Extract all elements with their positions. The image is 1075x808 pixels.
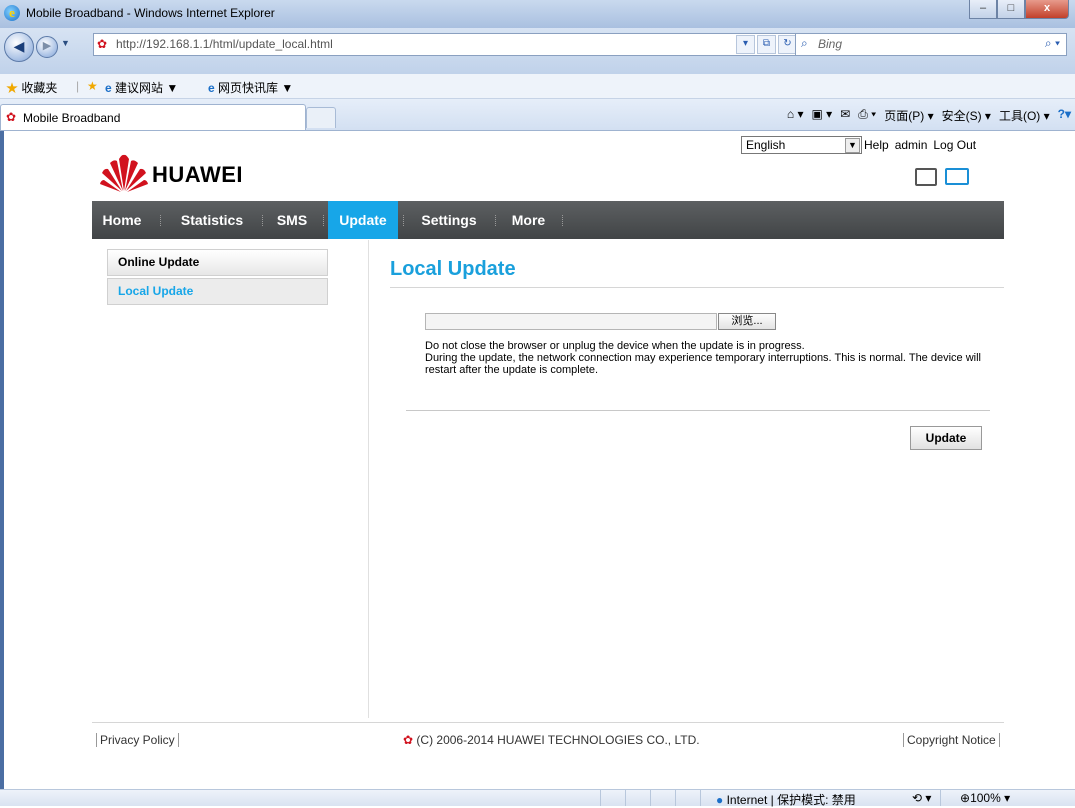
feeds-icon[interactable]: ▣ ▾ (811, 107, 832, 124)
note-line: Do not close the browser or unplug the d… (425, 340, 805, 352)
address-url: http://192.168.1.1/html/update_local.htm… (116, 37, 333, 51)
tab-mobile-broadband[interactable]: ✿ Mobile Broadband (0, 104, 306, 130)
chevron-down-icon: ▼ (845, 138, 860, 153)
security-zone: ● Internet | 保护模式: 禁用 (716, 793, 856, 807)
add-favorite-icon[interactable]: ★ (87, 79, 98, 93)
web-slice-gallery-link[interactable]: e 网页快讯库 ▼ (208, 79, 293, 96)
menu-more[interactable]: More (501, 201, 556, 239)
update-button[interactable]: Update (910, 426, 982, 450)
tab-label: Mobile Broadband (23, 111, 121, 125)
search-provider-icon: ⌕ (801, 36, 808, 50)
address-dropdown-icon[interactable]: ▾ (736, 35, 755, 54)
mail-icon[interactable]: ✉ (840, 107, 850, 124)
window-titlebar: e Mobile Broadband - Windows Internet Ex… (0, 0, 1075, 28)
suggested-sites-link[interactable]: e 建议网站 ▼ (105, 79, 178, 96)
sidebar-divider (368, 240, 369, 718)
home-icon[interactable]: ⌂ ▾ (787, 107, 804, 124)
favorites-button[interactable]: ★ 收藏夹 (6, 79, 57, 96)
menu-statistics[interactable]: Statistics (167, 201, 257, 239)
update-note: Do not close the browser or unplug the d… (425, 340, 985, 376)
monitor-icon[interactable] (945, 168, 969, 185)
tablet-icon[interactable] (915, 168, 937, 186)
content-divider (406, 410, 990, 411)
title-divider (390, 287, 1004, 288)
forward-button[interactable]: ▶ (36, 36, 58, 58)
help-link[interactable]: Help (864, 138, 889, 152)
sidebar-item-online-update[interactable]: Online Update (107, 249, 328, 276)
menu-update[interactable]: Update (328, 201, 398, 239)
search-icon[interactable]: ⌕ ▾ (1045, 36, 1060, 51)
user-name: admin (894, 138, 928, 152)
note-line: During the update, the network connectio… (425, 352, 981, 376)
page-menu[interactable]: 页面(P) ▾ (884, 107, 933, 124)
minimize-button[interactable]: – (969, 0, 997, 19)
protected-mode-icon[interactable]: ⟲ ▾ (912, 791, 931, 805)
huawei-mini-logo-icon: ✿ (403, 733, 414, 747)
window-title: Mobile Broadband - Windows Internet Expl… (26, 6, 275, 20)
header-links: Help admin Log Out (864, 138, 982, 152)
logout-link[interactable]: Log Out (933, 138, 976, 152)
favorites-bar: ★ 收藏夹 | ★ e 建议网站 ▼ e 网页快讯库 ▼ (0, 74, 1075, 99)
tab-row: ✿ Mobile Broadband ⌂ ▾ ▣ ▾ ✉ ⎙ ▾ 页面(P) ▾… (0, 99, 1075, 131)
window-left-edge (0, 131, 4, 805)
status-bar: ● Internet | 保护模式: 禁用 ⟲ ▾ ⊕100% ▾ (0, 789, 1075, 807)
help-menu-icon[interactable]: ?▾ (1058, 107, 1071, 124)
back-button[interactable]: ◀ (4, 32, 34, 62)
tools-menu[interactable]: 工具(O) ▾ (999, 107, 1050, 124)
ie-logo-icon: e (4, 5, 20, 21)
close-button[interactable]: x (1025, 0, 1069, 19)
star-icon: ★ (6, 81, 19, 95)
ie-page-icon: e (208, 81, 215, 95)
zoom-level[interactable]: ⊕100% ▾ (960, 791, 1010, 805)
safety-menu[interactable]: 安全(S) ▾ (942, 107, 991, 124)
maximize-button[interactable]: □ (997, 0, 1025, 19)
huawei-flower-icon (100, 154, 148, 192)
divider: | (76, 79, 80, 93)
copyright-notice-link[interactable]: Copyright Notice (903, 733, 1000, 747)
privacy-policy-link[interactable]: Privacy Policy (96, 733, 179, 747)
copyright-text: ✿ (C) 2006-2014 HUAWEI TECHNOLOGIES CO.,… (403, 733, 700, 747)
footer-divider (92, 722, 1004, 723)
ie-page-icon: e (105, 81, 112, 95)
sidebar-item-local-update[interactable]: Local Update (107, 278, 328, 305)
sidebar: Online Update Local Update (107, 249, 328, 307)
search-placeholder: Bing (818, 37, 843, 51)
command-bar: ⌂ ▾ ▣ ▾ ✉ ⎙ ▾ 页面(P) ▾ 安全(S) ▾ 工具(O) ▾ ?▾ (787, 107, 1071, 124)
new-tab-button[interactable] (306, 107, 336, 128)
address-toolbar: ◀ ▶ ▼ ✿ http://192.168.1.1/html/update_l… (0, 28, 1075, 74)
search-field[interactable]: ⌕ Bing ⌕ ▾ (795, 33, 1067, 56)
page-title: Local Update (390, 258, 516, 280)
huawei-favicon-icon: ✿ (6, 110, 17, 124)
huawei-logo: HUAWEI (100, 153, 280, 193)
menu-home[interactable]: Home (92, 201, 152, 239)
menu-settings[interactable]: Settings (409, 201, 489, 239)
history-dropdown-icon[interactable]: ▼ (61, 38, 70, 48)
device-icons (915, 168, 969, 186)
browse-button[interactable]: 浏览... (718, 313, 776, 330)
huawei-favicon-icon: ✿ (97, 37, 108, 51)
language-select[interactable]: English ▼ (741, 136, 862, 154)
file-path-input[interactable] (425, 313, 717, 330)
main-menu: Home Statistics SMS Update Settings More (92, 201, 1004, 239)
language-value: English (746, 138, 786, 152)
menu-sms[interactable]: SMS (267, 201, 317, 239)
brand-name: HUAWEI (152, 162, 243, 187)
address-field[interactable]: ✿ http://192.168.1.1/html/update_local.h… (93, 33, 821, 56)
print-icon[interactable]: ⎙ ▾ (858, 107, 876, 124)
compatibility-view-icon[interactable]: ⧉ (757, 35, 776, 54)
